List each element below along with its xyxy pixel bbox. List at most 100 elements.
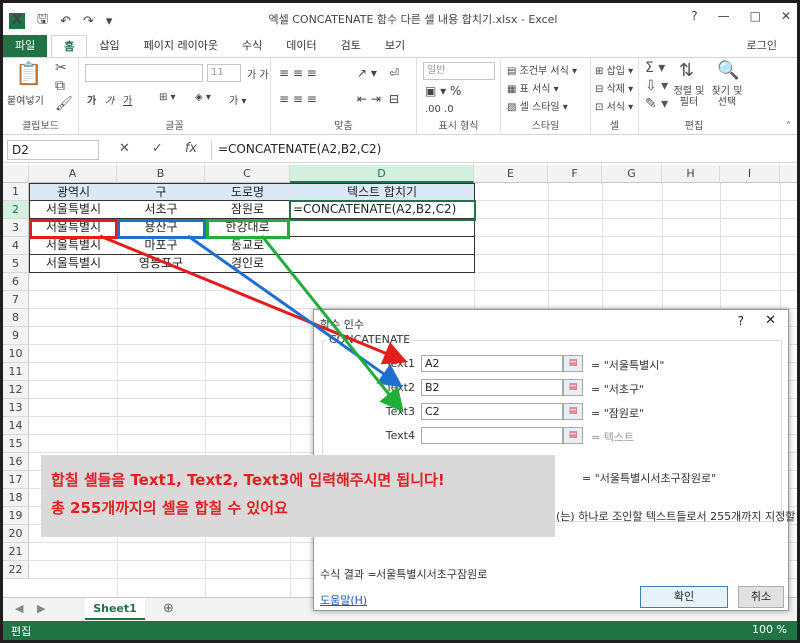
column-header[interactable]: F bbox=[548, 165, 602, 183]
table-cell[interactable]: 동교로 bbox=[205, 237, 291, 255]
maximize-button[interactable]: □ bbox=[750, 9, 761, 23]
row-header[interactable]: 2 bbox=[3, 201, 29, 219]
copy-icon[interactable]: ⧉ bbox=[55, 78, 65, 94]
format-as-table-button[interactable]: ▦ 표 서식 ▾ bbox=[507, 80, 559, 95]
dialog-help-button[interactable]: ? bbox=[738, 314, 744, 328]
align-left-icon[interactable]: ≡ ≡ ≡ bbox=[279, 92, 317, 106]
decimal-icon[interactable]: .00 .0 bbox=[425, 104, 454, 115]
help-link[interactable]: 도움말(H) bbox=[320, 592, 367, 608]
table-cell[interactable]: 영등포구 bbox=[117, 255, 206, 273]
collapse-dialog-icon[interactable]: ▤ bbox=[563, 355, 583, 372]
enter-formula-icon[interactable]: ✓ bbox=[152, 141, 163, 156]
tab-review[interactable]: 검토 bbox=[329, 35, 373, 57]
tab-view[interactable]: 보기 bbox=[373, 35, 417, 57]
customize-qat-icon[interactable]: ▾ bbox=[106, 14, 113, 29]
row-header[interactable]: 16 bbox=[3, 453, 29, 471]
border-icon[interactable]: ⊞ ▾ bbox=[159, 92, 176, 103]
undo-icon[interactable]: ↶ bbox=[60, 14, 71, 29]
ok-button[interactable]: 확인 bbox=[640, 586, 728, 608]
column-header[interactable]: G bbox=[602, 165, 662, 183]
column-header[interactable]: C bbox=[205, 165, 290, 183]
zoom-level[interactable]: 100 % bbox=[752, 623, 787, 636]
save-icon[interactable]: 🖫 bbox=[37, 10, 48, 32]
underline-icon[interactable]: 가 bbox=[123, 92, 132, 107]
grow-font-icon[interactable]: 가 가 bbox=[247, 66, 269, 81]
row-header[interactable]: 1 bbox=[3, 183, 29, 201]
table-cell[interactable]: 마포구 bbox=[117, 237, 206, 255]
collapse-dialog-icon[interactable]: ▤ bbox=[563, 427, 583, 444]
table-cell[interactable]: 서울특별시 bbox=[29, 237, 118, 255]
orientation-icon[interactable]: ↗ ▾ bbox=[357, 66, 377, 80]
table-header-cell[interactable]: 도로명 bbox=[205, 183, 291, 201]
row-header[interactable]: 18 bbox=[3, 489, 29, 507]
fill-color-icon[interactable]: ◈ ▾ bbox=[195, 92, 211, 103]
select-all-corner[interactable] bbox=[3, 165, 29, 183]
close-button[interactable]: ✕ bbox=[781, 9, 791, 23]
tab-data[interactable]: 데이터 bbox=[274, 35, 328, 57]
row-header[interactable]: 19 bbox=[3, 507, 29, 525]
number-format-dropdown[interactable]: 일반 bbox=[423, 62, 495, 80]
merge-icon[interactable]: ⊟ bbox=[389, 92, 399, 106]
cancel-formula-icon[interactable]: ✕ bbox=[119, 141, 130, 156]
cut-icon[interactable]: ✂ bbox=[55, 60, 67, 76]
name-box[interactable]: D2 bbox=[7, 140, 99, 160]
insert-function-icon[interactable]: fx bbox=[185, 141, 197, 156]
format-painter-icon[interactable]: 🖌 bbox=[55, 96, 73, 112]
table-cell[interactable]: 서울특별시 bbox=[29, 201, 118, 219]
align-top-icon[interactable]: ≡ ≡ ≡ bbox=[279, 66, 317, 80]
table-cell[interactable] bbox=[290, 255, 475, 273]
tab-page-layout[interactable]: 페이지 레이아웃 bbox=[132, 35, 230, 57]
row-header[interactable]: 4 bbox=[3, 237, 29, 255]
row-header[interactable]: 12 bbox=[3, 381, 29, 399]
delete-cells-button[interactable]: ⊟ 삭제 ▾ bbox=[595, 80, 633, 95]
sheet-nav-left-icon[interactable]: ◀ bbox=[15, 602, 23, 615]
row-header[interactable]: 15 bbox=[3, 435, 29, 453]
tab-home[interactable]: 홈 bbox=[51, 35, 88, 57]
table-cell[interactable]: 서울특별시 bbox=[29, 255, 118, 273]
italic-icon[interactable]: 가 bbox=[105, 92, 114, 107]
indent-icon[interactable]: ⇤ ⇥ bbox=[357, 92, 381, 106]
table-cell[interactable] bbox=[290, 237, 475, 255]
row-header[interactable]: 20 bbox=[3, 525, 29, 543]
table-cell[interactable]: 경인로 bbox=[205, 255, 291, 273]
sheet-tab-sheet1[interactable]: Sheet1 bbox=[85, 598, 145, 620]
row-header[interactable]: 6 bbox=[3, 273, 29, 291]
table-cell[interactable]: 서초구 bbox=[117, 201, 206, 219]
row-header[interactable]: 21 bbox=[3, 543, 29, 561]
table-header-cell[interactable]: 광역시 bbox=[29, 183, 118, 201]
row-header[interactable]: 22 bbox=[3, 561, 29, 579]
dialog-close-button[interactable]: ✕ bbox=[765, 313, 776, 328]
help-button[interactable]: ? bbox=[691, 9, 697, 23]
currency-icon[interactable]: ▣ ▾ % bbox=[425, 84, 461, 98]
column-header[interactable]: A bbox=[29, 165, 117, 183]
tab-formulas[interactable]: 수식 bbox=[230, 35, 274, 57]
collapse-ribbon-icon[interactable]: ˄ bbox=[786, 121, 791, 132]
table-cell[interactable] bbox=[290, 219, 475, 237]
format-cells-button[interactable]: ⊡ 서식 ▾ bbox=[595, 98, 633, 113]
column-header[interactable]: H bbox=[662, 165, 720, 183]
row-header[interactable]: 11 bbox=[3, 363, 29, 381]
cell-styles-button[interactable]: ▧ 셀 스타일 ▾ bbox=[507, 98, 568, 113]
row-header[interactable]: 5 bbox=[3, 255, 29, 273]
login-link[interactable]: 로그인 bbox=[747, 37, 777, 53]
conditional-format-button[interactable]: ▤ 조건부 서식 ▾ bbox=[507, 62, 577, 77]
collapse-dialog-icon[interactable]: ▤ bbox=[563, 403, 583, 420]
row-header[interactable]: 8 bbox=[3, 309, 29, 327]
font-size-dropdown[interactable]: 11 bbox=[207, 64, 241, 82]
tab-file[interactable]: 파일 bbox=[3, 35, 48, 57]
font-name-dropdown[interactable] bbox=[85, 64, 203, 82]
cancel-button[interactable]: 취소 bbox=[738, 586, 784, 608]
text2-input[interactable]: B2 bbox=[421, 379, 563, 396]
font-color-icon[interactable]: 가 ▾ bbox=[229, 92, 246, 107]
add-sheet-icon[interactable]: ⊕ bbox=[163, 601, 174, 616]
row-header[interactable]: 9 bbox=[3, 327, 29, 345]
text1-input[interactable]: A2 bbox=[421, 355, 563, 372]
tab-insert[interactable]: 삽입 bbox=[87, 35, 131, 57]
collapse-dialog-icon[interactable]: ▤ bbox=[563, 379, 583, 396]
insert-cells-button[interactable]: ⊞ 삽입 ▾ bbox=[595, 62, 633, 77]
row-header[interactable]: 7 bbox=[3, 291, 29, 309]
sort-filter-icon[interactable]: ⇅ bbox=[679, 60, 694, 81]
find-select-icon[interactable]: 🔍 bbox=[717, 60, 739, 81]
row-header[interactable]: 14 bbox=[3, 417, 29, 435]
clear-icon[interactable]: ✎ ▾ bbox=[645, 96, 668, 112]
